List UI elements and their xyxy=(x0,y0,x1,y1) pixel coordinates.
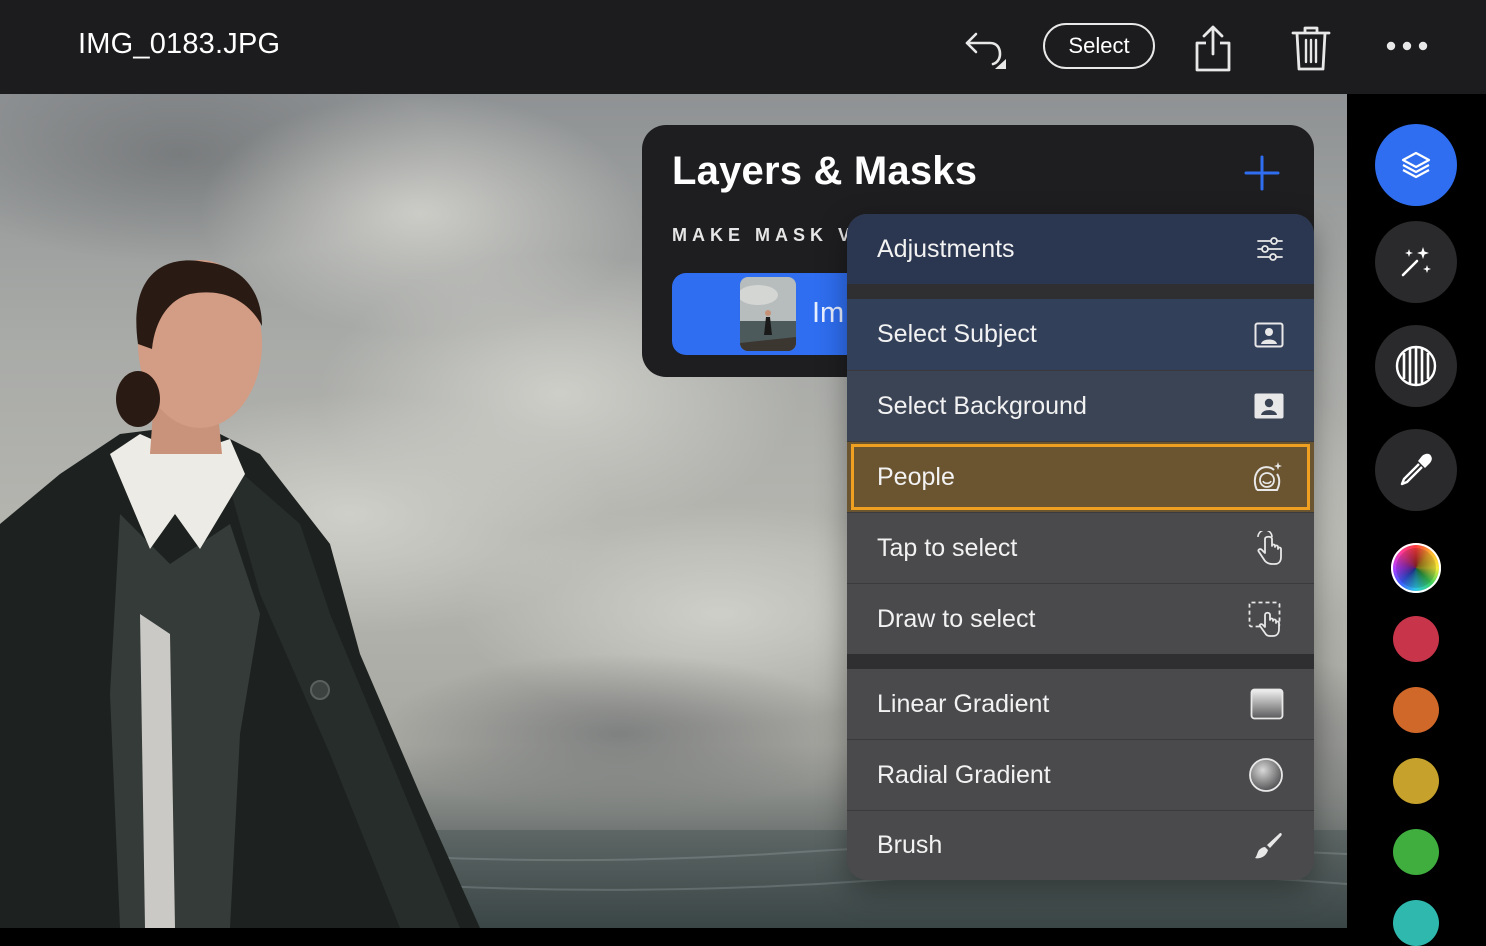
sliders-icon xyxy=(1256,237,1284,261)
menu-item-label: Radial Gradient xyxy=(877,760,1051,789)
swatch-red[interactable] xyxy=(1393,616,1439,662)
menu-item-label: Brush xyxy=(877,831,943,859)
menu-item-select-subject[interactable]: Select Subject xyxy=(847,299,1314,370)
menu-item-label: Select Subject xyxy=(877,320,1037,348)
menu-item-label: Draw to select xyxy=(877,604,1036,633)
background-portrait-icon xyxy=(1254,393,1284,419)
top-toolbar: IMG_0183.JPG Select xyxy=(0,0,1486,94)
people-face-icon xyxy=(1250,460,1284,494)
menu-item-label: Select Background xyxy=(877,391,1087,420)
eyedropper-tool-button[interactable] xyxy=(1375,429,1457,511)
layers-tool-button[interactable] xyxy=(1375,124,1457,206)
right-tool-sidebar xyxy=(1347,94,1486,946)
trash-icon[interactable] xyxy=(1290,24,1332,77)
menu-item-brush[interactable]: Brush xyxy=(847,811,1314,880)
swatch-orange[interactable] xyxy=(1393,687,1439,733)
brush-icon xyxy=(1254,831,1284,861)
radial-gradient-icon xyxy=(1248,757,1284,793)
file-title: IMG_0183.JPG xyxy=(78,28,281,60)
menu-item-linear-gradient[interactable]: Linear Gradient xyxy=(847,669,1314,739)
swatch-teal[interactable] xyxy=(1393,900,1439,946)
add-mask-menu: Adjustments Select Subject Select Backgr… xyxy=(847,214,1314,880)
eyedropper-icon xyxy=(1396,450,1436,490)
draw-select-icon xyxy=(1248,601,1284,637)
color-wheel-icon xyxy=(1396,548,1436,588)
layer-name: Im xyxy=(812,297,845,329)
share-icon[interactable] xyxy=(1192,24,1234,79)
menu-item-select-background[interactable]: Select Background xyxy=(847,371,1314,441)
menu-item-people[interactable]: People xyxy=(847,442,1314,512)
menu-item-label: Tap to select xyxy=(877,533,1018,562)
menu-item-adjustments[interactable]: Adjustments xyxy=(847,214,1314,284)
auto-enhance-tool-button[interactable] xyxy=(1375,221,1457,303)
mask-pattern-tool-button[interactable] xyxy=(1375,325,1457,407)
menu-item-draw-to-select[interactable]: Draw to select xyxy=(847,584,1314,654)
more-icon[interactable] xyxy=(1384,38,1432,59)
panel-title: Layers & Masks xyxy=(672,149,978,193)
menu-item-tap-to-select[interactable]: Tap to select xyxy=(847,513,1314,583)
menu-item-label: Adjustments xyxy=(877,234,1015,263)
subject-portrait-icon xyxy=(1254,322,1284,348)
color-wheel-swatch[interactable] xyxy=(1391,543,1441,593)
make-mask-section-label: MAKE MASK V xyxy=(672,225,856,245)
undo-icon[interactable] xyxy=(962,26,1010,77)
menu-item-label: Linear Gradient xyxy=(877,689,1050,718)
swatch-yellow[interactable] xyxy=(1393,758,1439,804)
magic-wand-icon xyxy=(1397,243,1435,281)
highlight-border xyxy=(851,444,1310,510)
linear-gradient-icon xyxy=(1250,688,1284,720)
swatch-green[interactable] xyxy=(1393,829,1439,875)
tap-hand-icon xyxy=(1254,531,1284,565)
layer-thumbnail xyxy=(740,277,796,351)
select-button[interactable]: Select xyxy=(1043,23,1155,69)
plus-icon[interactable] xyxy=(1242,153,1282,198)
stripes-mask-icon xyxy=(1394,344,1438,388)
menu-item-radial-gradient[interactable]: Radial Gradient xyxy=(847,740,1314,810)
layers-icon xyxy=(1399,148,1433,182)
